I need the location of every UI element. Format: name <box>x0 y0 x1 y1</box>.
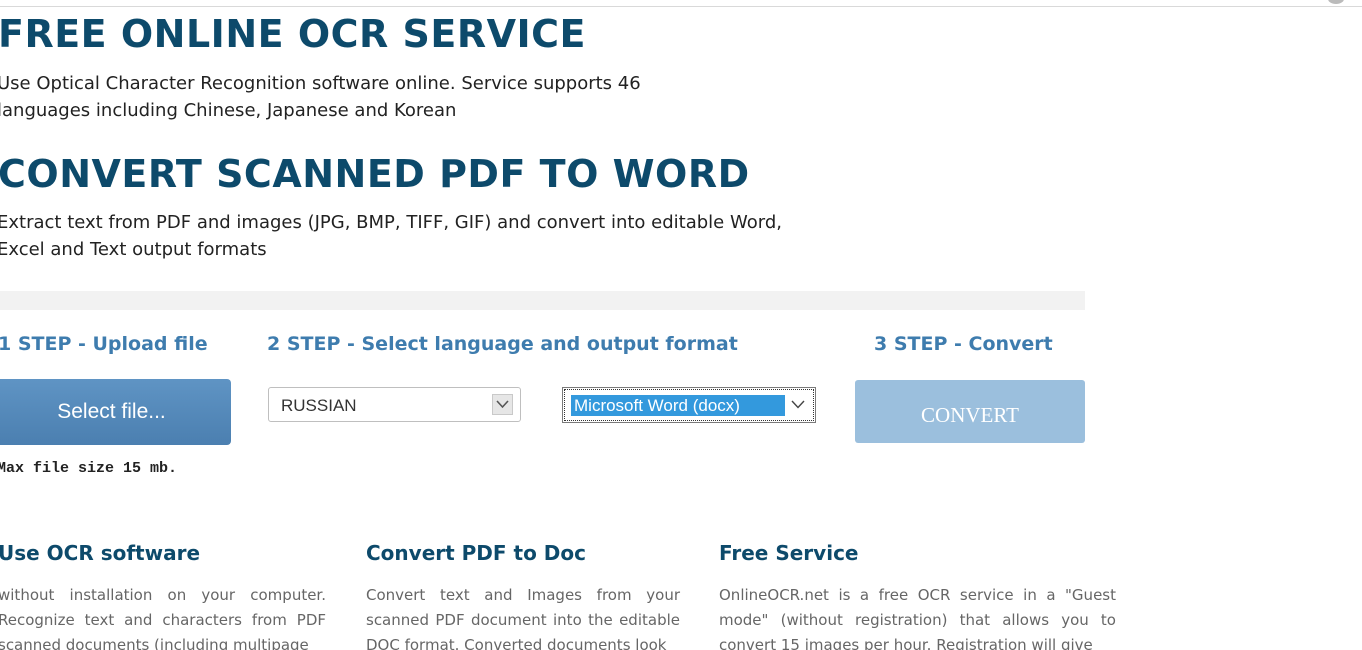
feature-text-ocr-software: without installation on your computer. R… <box>0 586 326 650</box>
language-select-value: RUSSIAN <box>281 396 357 415</box>
divider-bar <box>0 291 1085 310</box>
section-description: Extract text from PDF and images (JPG, B… <box>0 212 782 260</box>
feature-title-pdf-to-doc: Convert PDF to Doc <box>366 541 586 565</box>
chevron-down-icon <box>791 400 805 409</box>
window-corner-decoration <box>1328 0 1344 4</box>
hero-description: Use Optical Character Recognition softwa… <box>0 73 641 121</box>
ocr-page: FREE ONLINE OCR SERVICE Use Optical Char… <box>0 0 1362 650</box>
language-dropdown-button[interactable] <box>492 394 513 415</box>
output-format-select-value: Microsoft Word (docx) <box>571 395 785 416</box>
output-format-select[interactable]: Microsoft Word (docx) <box>562 387 816 423</box>
page-title: FREE ONLINE OCR SERVICE <box>0 12 586 56</box>
feature-text-pdf-to-doc: Convert text and Images from your scanne… <box>366 586 680 650</box>
max-file-size-note: Max file size 15 mb. <box>0 460 178 477</box>
select-file-button[interactable]: Select file... <box>0 379 231 445</box>
convert-button[interactable]: CONVERT <box>855 380 1085 443</box>
language-select[interactable]: RUSSIAN <box>268 387 521 422</box>
feature-text-free-service: OnlineOCR.net is a free OCR service in a… <box>719 586 1116 650</box>
feature-title-ocr-software: Use OCR software <box>0 541 201 565</box>
section-title: CONVERT SCANNED PDF TO WORD <box>0 152 750 196</box>
chevron-down-icon <box>496 400 509 409</box>
step-2-title: 2 STEP - Select language and output form… <box>267 333 738 355</box>
browser-top-edge <box>0 0 1362 7</box>
step-3-title: 3 STEP - Convert <box>874 333 1053 355</box>
step-1-title: 1 STEP - Upload file <box>0 333 208 355</box>
feature-title-free-service: Free Service <box>719 541 859 565</box>
